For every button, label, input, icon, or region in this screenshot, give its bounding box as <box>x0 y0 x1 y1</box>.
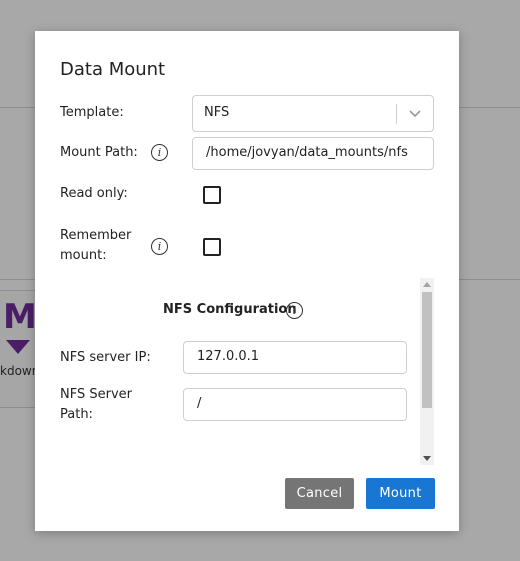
info-icon[interactable]: i <box>151 238 168 255</box>
scroll-down-arrow-icon[interactable] <box>423 456 431 461</box>
nfs-server-path-input[interactable]: / <box>183 388 407 421</box>
info-icon[interactable]: i <box>286 302 303 319</box>
info-icon[interactable]: i <box>151 144 168 161</box>
select-separator <box>396 104 397 124</box>
mount-button[interactable]: Mount <box>366 478 435 509</box>
data-mount-dialog: Data Mount Template: NFS Mount Path: i /… <box>35 31 459 531</box>
markdown-logo-icon: M <box>3 297 37 337</box>
nfs-server-path-label-line2: Path: <box>60 407 93 422</box>
scroll-up-arrow-icon[interactable] <box>423 282 431 287</box>
mount-path-label: Mount Path: <box>60 145 138 160</box>
nfs-server-path-label-line1: NFS Server <box>60 387 132 402</box>
dialog-title: Data Mount <box>60 59 166 80</box>
scrollbar-thumb[interactable] <box>422 292 432 408</box>
template-select-value: NFS <box>204 105 230 120</box>
remember-mount-label-line2: mount: <box>60 248 107 263</box>
background-card-label: kdown <box>0 364 40 378</box>
chevron-down-icon[interactable] <box>408 106 422 120</box>
nfs-server-ip-input[interactable]: 127.0.0.1 <box>183 341 407 374</box>
cancel-button[interactable]: Cancel <box>285 478 354 509</box>
nfs-config-title: NFS Configuration <box>163 302 297 317</box>
markdown-arrow-icon <box>6 340 30 354</box>
remember-mount-checkbox[interactable] <box>203 238 221 256</box>
nfs-server-ip-label: NFS server IP: <box>60 350 151 365</box>
mount-path-input[interactable]: /home/jovyan/data_mounts/nfs <box>192 137 434 170</box>
scrollbar[interactable] <box>420 278 434 465</box>
read-only-checkbox[interactable] <box>203 186 221 204</box>
nfs-config-scroll-area[interactable]: NFS Configuration i NFS server IP: 127.0… <box>60 278 436 465</box>
template-select[interactable]: NFS <box>192 95 434 132</box>
read-only-label: Read only: <box>60 186 128 201</box>
remember-mount-label-line1: Remember <box>60 228 132 243</box>
template-label: Template: <box>60 105 124 120</box>
